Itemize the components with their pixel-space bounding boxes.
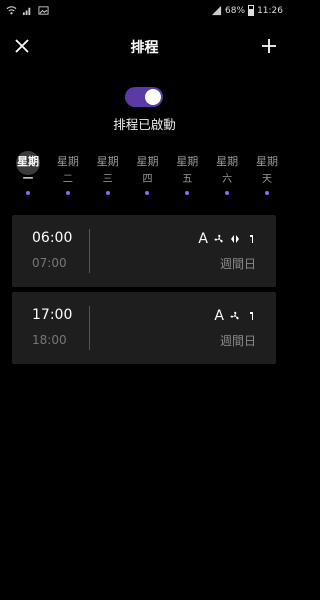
day-label-line1: 星期: [136, 155, 159, 168]
day-dot: [225, 191, 230, 195]
battery-icon: [248, 5, 255, 16]
end-time: 07:00: [32, 256, 67, 270]
day-selector: 星期 一 星期 二 星期 三 星期 四 星期 五 星期 六 星期 天: [10, 151, 285, 195]
day-dot: [26, 191, 30, 195]
timer-icon: [250, 312, 253, 320]
day-tab-fri[interactable]: 星期 五: [169, 153, 205, 195]
day-dot: [65, 191, 70, 195]
day-label-line1: 星期: [96, 155, 119, 168]
day-label-line1: 星期: [56, 155, 79, 168]
day-tab-tue[interactable]: 星期 二: [50, 153, 86, 195]
day-dot: [105, 191, 110, 195]
day-tab-mon[interactable]: 星期 一: [10, 151, 46, 195]
auto-mode-label: A: [198, 231, 208, 247]
end-time: 18:00: [32, 333, 67, 347]
repeat-days: 週間日: [219, 334, 256, 348]
day-dot: [185, 191, 190, 195]
day-label-line2: 天: [261, 174, 272, 185]
status-bar: 68% 11:26: [0, 0, 289, 24]
day-label-line1: 星期: [216, 155, 239, 168]
day-dot: [145, 191, 150, 195]
toggle-knob: [145, 89, 161, 105]
card-divider: [89, 306, 90, 350]
day-label-line2: 六: [222, 174, 233, 185]
schedule-status-label: 排程已啟動: [113, 117, 176, 132]
start-time: 17:00: [32, 307, 73, 323]
repeat-days: 週間日: [219, 257, 256, 271]
signal-icon: [211, 5, 222, 16]
day-label-line2: 一: [23, 174, 33, 185]
card-divider: [89, 229, 90, 273]
status-left: [6, 5, 49, 16]
status-right: 68% 11:26: [211, 5, 283, 16]
day-tab-sun[interactable]: 星期 天: [249, 153, 285, 195]
wifi-icon: [6, 6, 17, 15]
day-label-line1: 星期: [176, 155, 199, 168]
timer-icon: [250, 235, 253, 243]
swing-icon: [231, 235, 239, 243]
day-label-line1: 星期: [255, 155, 278, 168]
mode-icons: A: [214, 308, 256, 324]
schedule-card[interactable]: 06:00 07:00 A 週間日: [12, 215, 276, 287]
mode-icons: A: [198, 231, 256, 247]
schedule-card[interactable]: 17:00 18:00 A 週間日: [12, 292, 276, 364]
add-icon[interactable]: [259, 36, 279, 56]
day-label-line2: 五: [182, 174, 193, 185]
day-label-line2: 三: [102, 174, 113, 185]
sim-icon: [22, 7, 31, 16]
header: 排程: [0, 28, 289, 64]
day-label-line2: 二: [62, 174, 73, 185]
day-tab-sat[interactable]: 星期 六: [209, 153, 245, 195]
status-time: 11:26: [257, 5, 283, 16]
fan-icon: [230, 311, 239, 320]
schedule-toggle[interactable]: [125, 87, 163, 107]
battery-percent: 68%: [225, 5, 246, 16]
image-notification-icon: [38, 6, 49, 15]
day-label-line2: 四: [142, 174, 153, 185]
auto-mode-label: A: [214, 308, 224, 324]
day-tab-thu[interactable]: 星期 四: [129, 153, 165, 195]
start-time: 06:00: [32, 230, 73, 246]
fan-icon: [214, 234, 223, 243]
day-label-line1: 星期: [17, 155, 39, 168]
day-dot: [264, 191, 269, 195]
page-title: 排程: [130, 40, 159, 56]
day-tab-wed[interactable]: 星期 三: [90, 153, 126, 195]
